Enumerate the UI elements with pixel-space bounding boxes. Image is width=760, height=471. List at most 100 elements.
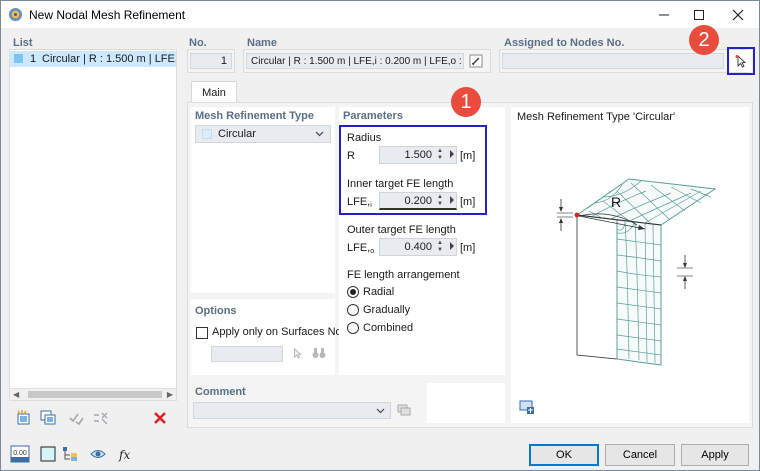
mesh-type-swatch: [202, 129, 212, 139]
name-group: Circular | R : 1.500 m | LFE,i : 0.200 m…: [243, 49, 491, 73]
preview-title: Mesh Refinement Type 'Circular': [517, 111, 676, 123]
cursor-pick-icon: [294, 347, 302, 359]
comment-edit-button[interactable]: [394, 400, 414, 420]
list-label: List: [13, 37, 33, 49]
list-panel: 1 Circular | R : 1.500 m | LFE,i : 0.20 …: [9, 49, 177, 401]
info-button[interactable]: [59, 443, 81, 465]
binoculars-icon: [312, 348, 326, 358]
outer-fe-length-unit: [m]: [460, 242, 476, 254]
no-group: 1: [187, 49, 235, 73]
units-decimal-icon: 0.00: [10, 445, 30, 463]
color-swatch-icon: [40, 446, 56, 462]
radio-combined[interactable]: [347, 322, 359, 334]
name-label: Name: [247, 37, 277, 49]
delete-icon: [154, 412, 166, 424]
chevron-down-icon: [376, 408, 385, 414]
outer-spinner-icon[interactable]: ▲ ▼: [436, 240, 444, 254]
name-field[interactable]: Circular | R : 1.500 m | LFE,i : 0.200 m…: [246, 53, 464, 69]
comment-library-icon: [397, 404, 411, 416]
display-settings-icon: [519, 400, 534, 414]
apply-only-surfaces-label: Apply only on Surfaces No.:: [212, 326, 348, 338]
maximize-icon: [694, 9, 704, 20]
apply-only-surfaces-checkbox[interactable]: [196, 327, 208, 339]
options-panel: Options Apply only on Surfaces No.:: [191, 299, 348, 375]
formula-fx-icon: fx: [118, 448, 130, 462]
close-icon: [732, 9, 744, 20]
callout-1: 1: [451, 87, 481, 117]
mesh-type-label: Mesh Refinement Type: [195, 110, 314, 122]
scroll-right-icon: ▶: [166, 390, 173, 399]
view-model-icon: [90, 450, 106, 458]
check-items-icon: [69, 413, 84, 426]
window-title: New Nodal Mesh Refinement: [29, 8, 186, 22]
dialog-window: New Nodal Mesh Refinement List 1 Circula…: [0, 0, 760, 471]
ok-button[interactable]: OK: [529, 444, 599, 466]
chevron-down-icon: [315, 131, 324, 137]
outer-menu-arrow-icon[interactable]: [450, 242, 454, 250]
delete-item-button[interactable]: [149, 407, 171, 429]
highlight-radius-inner: [339, 125, 487, 215]
svg-text:0.00: 0.00: [13, 450, 27, 457]
scrollbar-thumb[interactable]: [28, 391, 162, 398]
radio-radial[interactable]: [347, 286, 359, 298]
parameters-label: Parameters: [343, 110, 403, 122]
units-button[interactable]: 0.00: [9, 443, 31, 465]
preview-panel: Mesh Refinement Type 'Circular' R: [511, 107, 749, 423]
check-item-button[interactable]: [65, 407, 87, 429]
minimize-icon: [659, 14, 669, 15]
list-item-number: 1: [30, 53, 37, 65]
blank-panel: [427, 383, 505, 423]
select-surfaces-button[interactable]: [309, 343, 329, 363]
outer-fe-length-input[interactable]: 0.400 ▲ ▼: [379, 238, 457, 256]
minimize-button[interactable]: [647, 1, 681, 28]
formula-button[interactable]: fx: [115, 443, 137, 465]
tab-main[interactable]: Main: [191, 81, 237, 103]
view-button[interactable]: [87, 443, 109, 465]
close-button[interactable]: [721, 1, 755, 28]
radio-radial-label: Radial: [363, 286, 395, 298]
preview-options-button[interactable]: [517, 397, 537, 417]
list-item-text: Circular | R : 1.500 m | LFE,i : 0.20: [42, 53, 176, 65]
new-item-button[interactable]: [13, 407, 35, 429]
comment-label: Comment: [195, 386, 246, 398]
cancel-button[interactable]: Cancel: [605, 444, 675, 466]
mesh-type-panel: Mesh Refinement Type Circular: [191, 107, 335, 293]
highlight-pick-nodes: [727, 47, 755, 75]
list-item[interactable]: 1 Circular | R : 1.500 m | LFE,i : 0.20: [10, 51, 176, 67]
outer-fe-length-value: 0.400: [404, 241, 432, 253]
uncheck-items-icon: [94, 412, 108, 425]
comment-field[interactable]: [193, 402, 391, 419]
copy-item-button[interactable]: [37, 407, 59, 429]
copy-item-icon: [40, 410, 56, 425]
pick-surfaces-button[interactable]: [287, 343, 307, 363]
scroll-left-icon: ◀: [13, 390, 20, 399]
uncheck-item-button[interactable]: [89, 407, 111, 429]
color-button[interactable]: [37, 443, 59, 465]
list-item-color-swatch: [14, 54, 23, 63]
outer-fe-length-symbol: LFE,o: [347, 242, 375, 255]
new-item-icon: [17, 410, 30, 425]
mesh-type-select[interactable]: Circular: [195, 125, 331, 143]
radio-gradually-label: Gradually: [363, 304, 411, 316]
edit-pencil-icon: [469, 54, 483, 68]
radio-combined-label: Combined: [363, 322, 414, 334]
mesh-type-value: Circular: [218, 128, 256, 140]
app-icon: [8, 7, 23, 22]
preview-radius-label: R: [611, 194, 621, 210]
options-label: Options: [195, 305, 237, 317]
info-tree-icon: [63, 447, 77, 461]
list-horizontal-scrollbar[interactable]: ◀ ▶: [10, 388, 176, 400]
outer-fe-length-label: Outer target FE length: [347, 224, 456, 236]
svg-text:fx: fx: [118, 448, 130, 462]
edit-name-button[interactable]: [466, 51, 486, 71]
maximize-button[interactable]: [682, 1, 716, 28]
radio-gradually[interactable]: [347, 304, 359, 316]
fe-arrangement-label: FE length arrangement: [347, 269, 460, 281]
assigned-nodes-label: Assigned to Nodes No.: [504, 37, 625, 49]
title-bar: New Nodal Mesh Refinement: [1, 1, 759, 28]
no-label: No.: [189, 37, 207, 49]
apply-button[interactable]: Apply: [681, 444, 749, 466]
surfaces-field[interactable]: [211, 346, 283, 362]
assigned-nodes-field[interactable]: [502, 53, 724, 69]
no-field[interactable]: 1: [190, 53, 232, 69]
